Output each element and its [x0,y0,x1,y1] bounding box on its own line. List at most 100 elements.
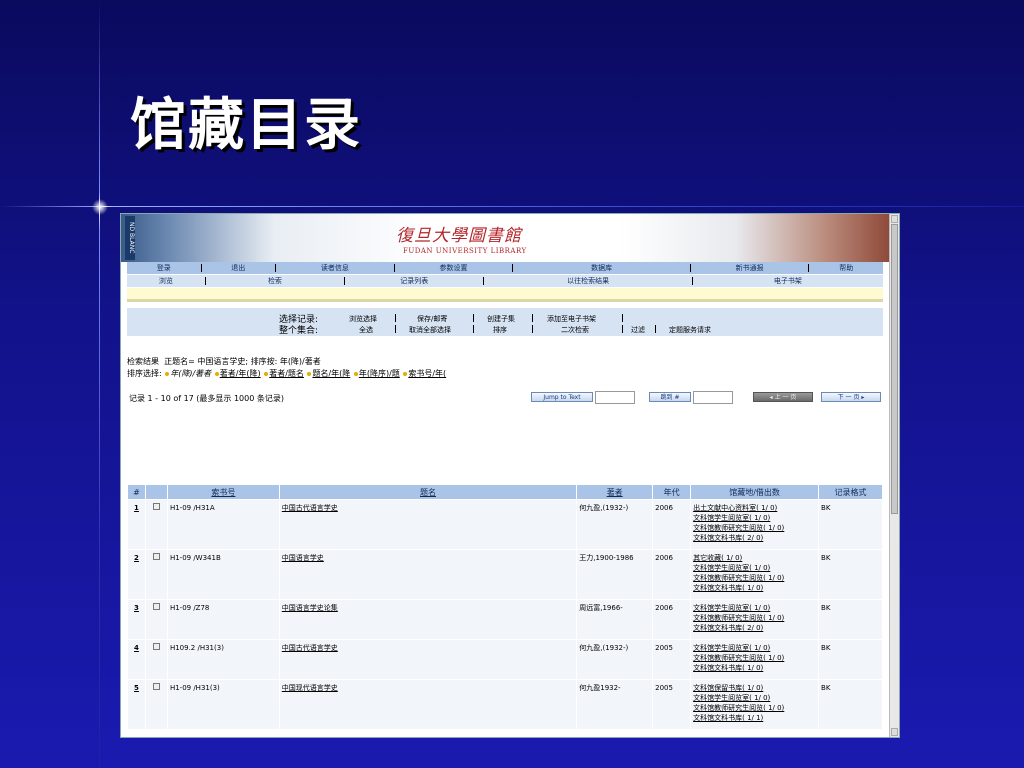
toolbar-divider [395,325,396,333]
primary-nav: 登录 退出 读者信息 参数设置 数据库 新书通报 帮助 [127,262,883,274]
row-title-link[interactable]: 中国现代语言学史 [282,684,338,692]
col-title[interactable]: 题名 [278,484,578,500]
row-year: 2006 [652,499,692,550]
holding-link[interactable]: 文科馆学生阅览室( 1/ 0) [693,693,816,703]
row-checkbox[interactable] [152,603,160,610]
jump-number-input[interactable] [693,391,733,404]
row-call-number: H109.2 /H31(3) [166,639,280,680]
nav-help[interactable]: 帮助 [809,263,883,273]
holding-link[interactable]: 文科馆教师研究生阅览( 1/ 0) [693,653,816,663]
add-to-eshelf-link[interactable]: 添加至电子书架 [547,314,596,324]
nav-record-list[interactable]: 记录列表 [345,276,483,286]
row-call-number: H1-09 /H31(3) [166,679,280,730]
view-selected-link[interactable]: 浏览选择 [349,314,377,324]
sort-option-title-year[interactable]: 题名/年(降 [312,369,350,378]
sort-option-author-title[interactable]: 著者/题名 [269,369,304,378]
holding-link[interactable]: 文科馆文科书库( 1/ 1) [693,713,816,723]
col-call-number[interactable]: 索书号 [166,484,280,500]
holding-link[interactable]: 文科馆教师研究生阅览( 1/ 0) [693,573,816,583]
jump-to-number-button[interactable]: 跳到 # [649,392,691,402]
col-title-label: 题名 [420,487,437,497]
row-title-cell: 中国现代语言学史 [278,679,578,730]
scrollbar-thumb[interactable] [891,224,898,514]
bullet-icon [165,371,170,376]
row-checkbox[interactable] [152,553,160,560]
bullet-icon [214,371,219,376]
nav-reader-info[interactable]: 读者信息 [276,263,394,273]
row-select-cell [144,599,168,640]
sort-link[interactable]: 排序 [493,325,507,335]
row-title-link[interactable]: 中国古代语言学史 [282,504,338,512]
sort-options: 排序选择: 年(降)/著者 著者/年(降) 著者/题名 题名/年(降 年(降序)… [127,368,446,380]
row-number[interactable]: 5 [127,679,146,730]
col-author[interactable]: 著者 [576,484,654,500]
holding-link[interactable]: 文科馆文科书库( 2/ 0) [693,533,816,543]
whole-set-label: 整个集合: [279,326,319,336]
row-number[interactable]: 4 [127,639,146,680]
holding-link[interactable]: 文科馆学生阅览室( 1/ 0) [693,563,816,573]
holding-link[interactable]: 文科馆保留书库( 1/ 0) [693,683,816,693]
filter-link[interactable]: 过滤 [631,325,645,335]
nav-databases[interactable]: 数据库 [513,263,689,273]
holding-link[interactable]: 出土文献中心资料室( 1/ 0) [693,503,816,513]
next-page-button[interactable]: 下 一 页 ▸ [821,392,881,402]
table-row: 2 H1-09 /W341B 中国语言学史 王力,1900-1986 2006 … [127,549,883,600]
row-checkbox[interactable] [152,503,160,510]
holding-link[interactable]: 文科馆教师研究生阅览( 1/ 0) [693,613,816,623]
nav-browse[interactable]: 浏览 [127,276,205,286]
nav-e-shelf[interactable]: 电子书架 [693,276,883,286]
decor-vertical-line [99,0,100,768]
holding-link[interactable]: 其它收藏( 1/ 0) [693,553,816,563]
create-subset-link[interactable]: 创建子集 [487,314,515,324]
nav-new-books[interactable]: 新书通报 [691,263,809,273]
row-call-number: H1-09 /H31A [166,499,280,550]
scroll-up-icon[interactable] [891,215,898,223]
sdi-request-link[interactable]: 定题服务请求 [669,325,711,335]
holding-link[interactable]: 文科馆文科书库( 1/ 0) [693,663,816,673]
library-logo-cn[interactable]: 復旦大學圖書館 [396,221,522,246]
prev-page-button[interactable]: ◂ 上 一 页 [753,392,813,402]
row-select-cell [144,639,168,680]
row-checkbox[interactable] [152,643,160,650]
row-author: 周远富,1966- [576,599,654,640]
row-number[interactable]: 3 [127,599,146,640]
bullet-icon [307,371,312,376]
toolbar-divider [473,325,474,333]
row-call-number: H1-09 /Z78 [166,599,280,640]
nav-search[interactable]: 检索 [206,276,344,286]
jump-text-input[interactable] [595,391,635,404]
holding-link[interactable]: 文科馆学生阅览室( 1/ 0) [693,643,816,653]
holding-link[interactable]: 文科馆文科书库( 1/ 0) [693,583,816,593]
row-title-link[interactable]: 中国古代语言学史 [282,644,338,652]
record-count: 记录 1 - 10 of 17 (最多显示 1000 条记录) [129,394,284,403]
holding-link[interactable]: 文科馆教师研究生阅览( 1/ 0) [693,703,816,713]
nav-preferences[interactable]: 参数设置 [395,263,513,273]
toolbar-divider [622,314,623,322]
vertical-scrollbar[interactable] [889,214,899,737]
nav-login[interactable]: 登录 [127,263,201,273]
sort-option-callno-year[interactable]: 索书号/年( [408,369,446,378]
save-mail-link[interactable]: 保存/邮寄 [417,314,447,324]
row-title-link[interactable]: 中国语言学史 [282,554,324,562]
sort-option-author-year[interactable]: 著者/年(降) [220,369,261,378]
toolbar-divider [532,314,533,322]
holding-link[interactable]: 文科馆学生阅览室( 1/ 0) [693,513,816,523]
row-format: BK [818,679,883,730]
row-call-number: H1-09 /W341B [166,549,280,600]
nav-logout[interactable]: 退出 [202,263,276,273]
sort-option-year-title[interactable]: 年(降序)/题 [359,369,400,378]
select-all-link[interactable]: 全选 [359,325,373,335]
row-checkbox[interactable] [152,683,160,690]
scroll-down-icon[interactable] [891,728,898,736]
nav-previous-results[interactable]: 以往检索结果 [484,276,691,286]
deselect-all-link[interactable]: 取消全部选择 [409,325,451,335]
row-title-link[interactable]: 中国语言学史论集 [282,604,338,612]
banner-side-text: ND BLANC [125,216,135,260]
holding-link[interactable]: 文科馆教师研究生阅览( 1/ 0) [693,523,816,533]
refine-search-link[interactable]: 二次检索 [561,325,589,335]
jump-to-text-button[interactable]: Jump to Text [531,392,593,402]
holding-link[interactable]: 文科馆学生阅览室( 1/ 0) [693,603,816,613]
row-number[interactable]: 2 [127,549,146,600]
holding-link[interactable]: 文科馆文科书库( 2/ 0) [693,623,816,633]
row-number[interactable]: 1 [127,499,146,550]
